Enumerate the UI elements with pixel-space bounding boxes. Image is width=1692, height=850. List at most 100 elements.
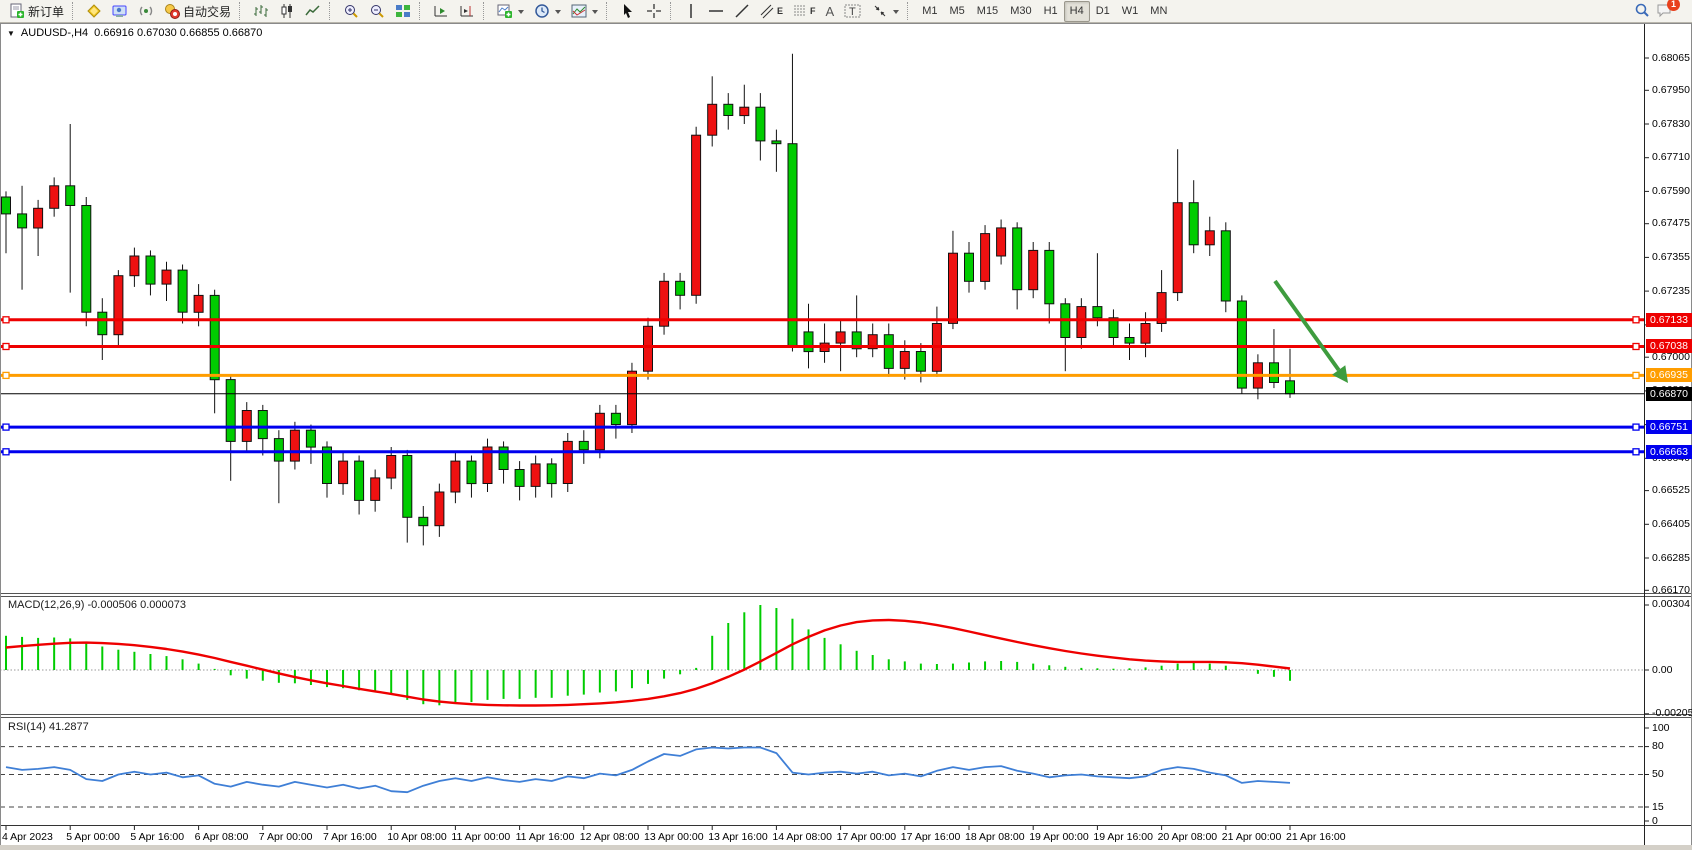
rsi-name: RSI(14) [8,721,46,733]
candlestick-chart-button[interactable] [274,0,300,23]
bear-candle [756,107,765,141]
line-handle[interactable] [1633,449,1639,455]
bear-candle [403,456,412,518]
bear-candle [611,413,620,424]
bull-candle [114,276,123,335]
notifications-button[interactable]: 1 [1656,2,1674,20]
arrows-tool-button[interactable] [867,0,904,23]
timeframe-w1[interactable]: W1 [1116,1,1145,22]
dropdown-caret[interactable] [555,10,561,17]
fibonacci-tool-button[interactable]: F [788,0,821,23]
templates-button[interactable] [566,0,603,23]
bar-chart-button[interactable] [248,0,274,23]
bull-candle [34,208,43,228]
bear-candle [804,332,813,352]
line-handle[interactable] [3,344,9,350]
bull-candle [339,461,348,484]
line-handle[interactable] [1633,344,1639,350]
indicators-button[interactable] [492,0,529,23]
bull-candle [708,104,717,135]
market-watch-button[interactable] [81,0,107,23]
line-handle[interactable] [1633,317,1639,323]
signals-button[interactable] [133,0,159,23]
timeframe-m30[interactable]: M30 [1004,1,1037,22]
bear-candle [884,335,893,369]
line-handle[interactable] [3,372,9,378]
zoom-in-button[interactable] [338,0,364,23]
bear-candle [1093,307,1102,318]
bull-candle [1205,231,1214,245]
bull-candle [290,430,299,461]
timeframe-h1[interactable]: H1 [1038,1,1064,22]
terminal-button[interactable] [107,0,133,23]
timeframe-mn[interactable]: MN [1144,1,1173,22]
signal-icon [138,3,154,19]
bear-candle [547,464,556,484]
down-arrow-shaft[interactable] [1275,281,1339,370]
search-button[interactable] [1628,0,1656,23]
clock-icon [534,3,550,19]
hline-tool-button[interactable] [703,0,729,23]
bull-candle [130,256,139,276]
auto-scroll-button[interactable] [428,0,454,23]
zoom-out-button[interactable] [364,0,390,23]
bull-candle [628,371,637,424]
rsi-value: 41.2877 [49,721,89,733]
timeframe-d1[interactable]: D1 [1090,1,1116,22]
horizontal-line-icon [708,3,724,19]
symbol-dropdown-icon[interactable]: ▼ [7,29,15,38]
bear-candle [1125,338,1134,344]
chart-shift-button[interactable] [454,0,480,23]
line-handle[interactable] [1633,424,1639,430]
trendline-tool-button[interactable] [729,0,755,23]
tile-windows-button[interactable] [390,0,416,23]
bull-candle [692,135,701,295]
dropdown-caret[interactable] [893,10,899,17]
macd-name: MACD(12,26,9) [8,599,84,611]
dropdown-caret[interactable] [518,10,524,17]
auto-trading-label: 自动交易 [183,3,231,20]
vline-tool-button[interactable] [679,0,703,23]
rsi-line [6,748,1290,793]
bull-candle [949,253,958,323]
bear-candle [916,352,925,372]
timeframe-m5[interactable]: M5 [944,1,971,22]
arrow-annotation-layer[interactable] [1275,281,1348,383]
channel-tool-button[interactable]: E [755,0,788,23]
equidistant-channel-icon [760,3,774,19]
svg-text:T: T [849,6,856,18]
bull-candle [531,464,540,487]
dropdown-caret[interactable] [592,10,598,17]
text-tool-button[interactable]: A [821,0,840,23]
quotes-icon [86,3,102,19]
line-chart-button[interactable] [300,0,326,23]
line-handle[interactable] [1633,372,1639,378]
bear-candle [1189,203,1198,245]
crosshair-tool-button[interactable] [641,0,667,23]
auto-trading-button[interactable]: 自动交易 [159,0,236,23]
bull-candle [1029,250,1038,289]
line-handle[interactable] [3,317,9,323]
bear-candle [676,281,685,295]
chart-canvas[interactable] [0,0,1692,850]
cursor-tool-button[interactable] [615,0,641,23]
toolbar: 新订单 自动交易 [0,0,1692,23]
periods-button[interactable] [529,0,566,23]
bull-candle [1141,324,1150,344]
label-tool-button[interactable]: T [839,0,867,23]
new-order-button[interactable]: 新订单 [4,0,69,23]
bear-candle [1221,231,1230,301]
separator [606,2,612,20]
line-handle[interactable] [3,449,9,455]
timeframe-h4[interactable]: H4 [1064,1,1090,22]
bear-candle [226,380,235,442]
bear-candle [82,206,91,313]
line-handle[interactable] [3,424,9,430]
new-order-label: 新订单 [28,3,64,20]
bear-candle [258,411,267,439]
timeframe-m1[interactable]: M1 [916,1,943,22]
chart-shift-icon [459,3,475,19]
zoom-out-icon [369,3,385,19]
timeframe-m15[interactable]: M15 [971,1,1004,22]
down-arrow-head[interactable] [1332,365,1348,383]
